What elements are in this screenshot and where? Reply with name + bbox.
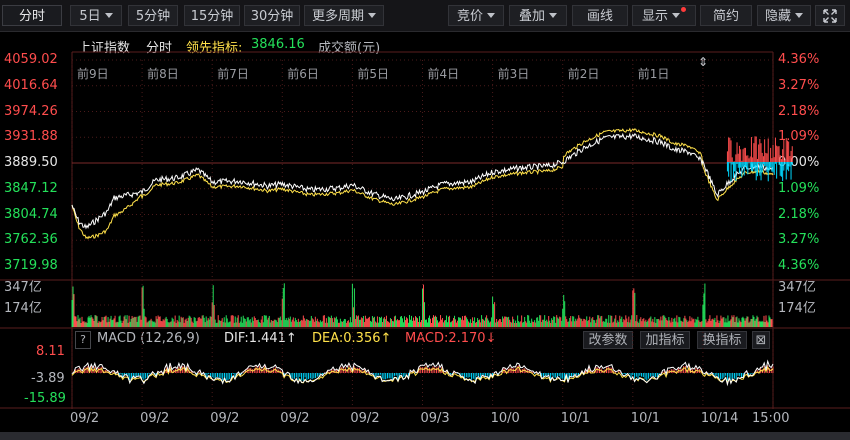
day-label: 前7日 (217, 66, 249, 81)
day-label: 前4日 (428, 66, 460, 81)
day-label: 前1日 (638, 66, 670, 81)
crosshair-icon: ⇕ (698, 55, 708, 69)
day-label: 前8日 (147, 66, 179, 81)
day-label: 前9日 (77, 66, 109, 81)
bottom-strip (0, 432, 850, 440)
day-label: 前6日 (287, 66, 319, 81)
day-label: 前5日 (357, 66, 389, 81)
day-label: 前2日 (568, 66, 600, 81)
day-label: 前3日 (498, 66, 530, 81)
intraday-chart[interactable]: 前9日 前8日 前7日 前6日 前5日 前4日 前3日 前2日 前1日 ⇕ (0, 0, 850, 440)
